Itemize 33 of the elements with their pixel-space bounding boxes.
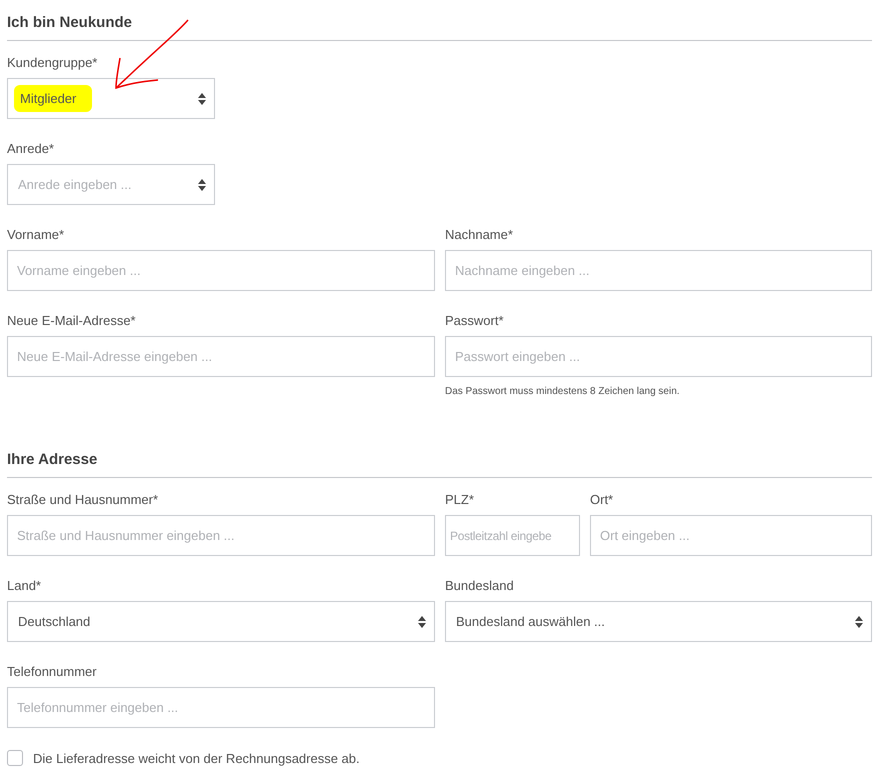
field-label: Anrede* xyxy=(7,141,55,157)
input-field[interactable]: Telefonnummer eingeben ... xyxy=(7,687,435,728)
section-heading: Ich bin Neukunde xyxy=(7,14,872,41)
sort-icon xyxy=(855,616,863,628)
field-label: Bundesland xyxy=(445,578,515,594)
hint-text: Das Passwort muss mindestens 8 Zeichen lang sein. xyxy=(445,386,681,397)
sort-icon xyxy=(418,616,426,628)
highlighted-text: Mitglieder xyxy=(14,85,92,112)
field-label: Nachname* xyxy=(445,227,514,243)
input-field[interactable]: Passwort eingeben ... xyxy=(445,336,872,377)
select-field[interactable]: Bundesland auswählen ... xyxy=(445,601,872,642)
field-label: PLZ* xyxy=(445,492,475,508)
field-label: Telefonnummer xyxy=(7,664,98,680)
input-field[interactable]: Nachname eingeben ... xyxy=(445,250,872,291)
field-label: Ort* xyxy=(590,492,614,508)
field-label: Kundengruppe* xyxy=(7,55,98,71)
section-heading: Ihre Adresse xyxy=(7,451,872,478)
input-field[interactable]: Neue E-Mail-Adresse eingeben ... xyxy=(7,336,435,377)
checkbox[interactable] xyxy=(7,750,23,766)
field-label: Land* xyxy=(7,578,42,594)
input-field[interactable]: Ort eingeben ... xyxy=(590,515,872,556)
input-field[interactable]: Straße und Hausnummer eingeben ... xyxy=(7,515,435,556)
field-label: Straße und Hausnummer* xyxy=(7,492,160,508)
input-field[interactable]: Postleitzahl eingebe xyxy=(445,515,580,556)
select-field[interactable]: Deutschland xyxy=(7,601,435,642)
field-label: Neue E-Mail-Adresse* xyxy=(7,313,137,329)
sort-icon xyxy=(198,178,206,190)
select-field[interactable]: Mitglieder xyxy=(7,78,215,119)
input-field[interactable]: Vorname eingeben ... xyxy=(7,250,435,291)
field-label: Passwort* xyxy=(445,313,505,329)
sort-icon xyxy=(198,92,206,104)
checkbox-label: Die Lieferadresse weicht von der Rechnungsadresse ab. xyxy=(33,750,360,766)
field-label: Vorname* xyxy=(7,227,66,243)
